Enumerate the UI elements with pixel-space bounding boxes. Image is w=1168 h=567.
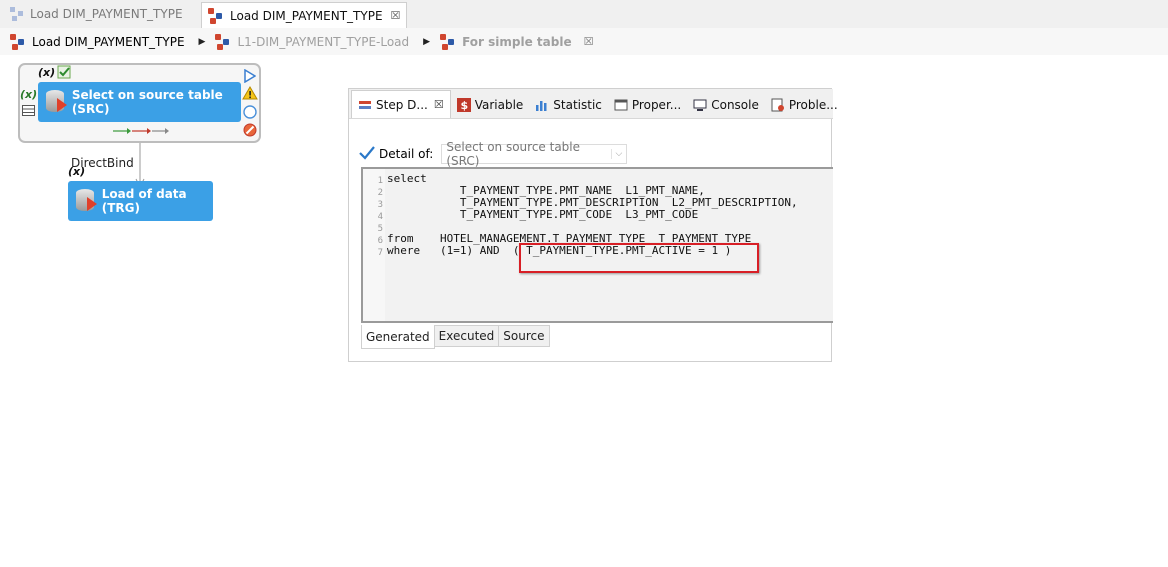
mapping-icon [10, 7, 24, 21]
breadcrumb-item-label: Load DIM_PAYMENT_TYPE [32, 34, 185, 49]
chevron-down-icon[interactable]: ⌵ [610, 149, 622, 159]
target-step-node[interactable]: Load of data (TRG) [68, 181, 213, 221]
mapping-icon [215, 33, 231, 50]
tab-label: Source [503, 329, 545, 343]
source-step-node[interactable]: Select on source table (SRC) [38, 82, 241, 122]
detail-of-dropdown[interactable]: Select on source table (SRC) ⌵ [441, 140, 628, 168]
process-diagram: (x) (x) Select on source table (SRC) Dir… [0, 55, 340, 255]
tab-properties[interactable]: Proper... [608, 92, 687, 118]
database-icon [43, 88, 67, 116]
step-detail-view: Step D... ☒ $ Variable Statistic Proper.… [348, 88, 838, 362]
table-icon [22, 105, 36, 120]
tab-console[interactable]: Console [687, 92, 765, 118]
svg-text:(x): (x) [20, 88, 37, 101]
tab-label: Statistic [553, 98, 602, 112]
source-step-label: Select on source table (SRC) [71, 88, 223, 116]
tab-label: Generated [366, 329, 430, 344]
breadcrumb: Load DIM_PAYMENT_TYPE ▶ L1-DIM_PAYMENT_T… [0, 28, 1168, 55]
dollar-icon: $ [456, 98, 471, 112]
play-icon[interactable] [244, 68, 257, 86]
tab-label: Variable [474, 98, 524, 112]
sql-code: select T_PAYMENT_TYPE.PMT_NAME L1_PMT_NA… [387, 172, 798, 257]
properties-icon [614, 98, 628, 112]
warning-icon[interactable] [242, 86, 258, 103]
tab-source[interactable]: Source [499, 325, 550, 347]
breadcrumb-item-step[interactable]: For simple table ☒ [440, 33, 594, 50]
detail-of-value: Select on source table (SRC) [446, 140, 581, 168]
code-sub-tabs: Generated Executed Source [361, 325, 550, 349]
editor-tab-bar: Load DIM_PAYMENT_TYPE Load DIM_PAYMENT_T… [0, 0, 1168, 28]
mapping-icon [10, 33, 26, 50]
variable-in-icon: (x) [20, 86, 38, 105]
line-numbers: 1 2 3 4 5 6 7 [377, 176, 383, 258]
close-icon[interactable]: ☒ [434, 98, 444, 111]
tab-generated[interactable]: Generated [361, 325, 435, 349]
breadcrumb-item-label: L1-DIM_PAYMENT_TYPE-Load [237, 34, 410, 49]
status-circle-icon[interactable] [243, 105, 257, 122]
problems-icon [771, 98, 785, 112]
view-tab-bar: Step D... ☒ $ Variable Statistic Proper.… [349, 89, 838, 119]
tab-statistic[interactable]: Statistic [529, 92, 608, 118]
step-icon [358, 98, 372, 112]
breadcrumb-item-template[interactable]: L1-DIM_PAYMENT_TYPE-Load ▶ [215, 33, 440, 50]
checkmark-icon [359, 145, 375, 163]
disable-icon[interactable] [243, 123, 257, 140]
checklist-icon [57, 65, 73, 82]
detail-of-label: Detail of: [379, 147, 434, 161]
sql-code-editor[interactable]: 1 2 3 4 5 6 7 select T_PAYMENT_TYPE.PMT_… [361, 167, 833, 323]
breadcrumb-item-label: For simple table [462, 34, 572, 49]
console-icon [693, 98, 707, 112]
breadcrumb-item-mapping[interactable]: Load DIM_PAYMENT_TYPE ▶ [10, 33, 215, 50]
tab-executed[interactable]: Executed [434, 325, 500, 347]
link-arrows-icon [113, 125, 169, 139]
editor-tab-2-label: Load DIM_PAYMENT_TYPE [230, 8, 383, 23]
variable-icon: (x) [68, 165, 86, 178]
tab-label: Proper... [631, 98, 682, 112]
variable-icon: (x) [38, 66, 56, 79]
editor-tab-1[interactable]: Load DIM_PAYMENT_TYPE [4, 2, 189, 26]
tab-step-detail[interactable]: Step D... ☒ [351, 90, 451, 118]
bar-chart-icon [535, 98, 549, 112]
tab-label: Executed [438, 329, 495, 343]
close-icon[interactable]: ☒ [391, 9, 401, 22]
tab-label: Proble... [788, 98, 838, 112]
tab-problems[interactable]: Proble... [765, 92, 844, 118]
tab-variable[interactable]: $ Variable [451, 92, 530, 118]
tab-label: Step D... [376, 97, 428, 112]
close-icon[interactable]: ☒ [584, 35, 594, 48]
detail-of-row: Detail of: Select on source table (SRC) … [359, 140, 628, 168]
chevron-right-icon[interactable]: ▶ [199, 37, 206, 47]
editor-tab-2[interactable]: Load DIM_PAYMENT_TYPE ☒ [201, 2, 408, 28]
target-step-label: Load of data (TRG) [101, 187, 187, 215]
chevron-right-icon[interactable]: ▶ [423, 37, 430, 47]
database-icon [73, 187, 97, 215]
tab-label: Console [711, 98, 759, 112]
editor-tab-1-label: Load DIM_PAYMENT_TYPE [30, 7, 183, 21]
line-number-gutter: 1 2 3 4 5 6 7 [363, 169, 385, 321]
mapping-icon [440, 33, 456, 50]
mapping-icon [208, 7, 224, 24]
code-area[interactable]: select T_PAYMENT_TYPE.PMT_NAME L1_PMT_NA… [387, 173, 833, 321]
svg-text:$: $ [460, 99, 468, 112]
